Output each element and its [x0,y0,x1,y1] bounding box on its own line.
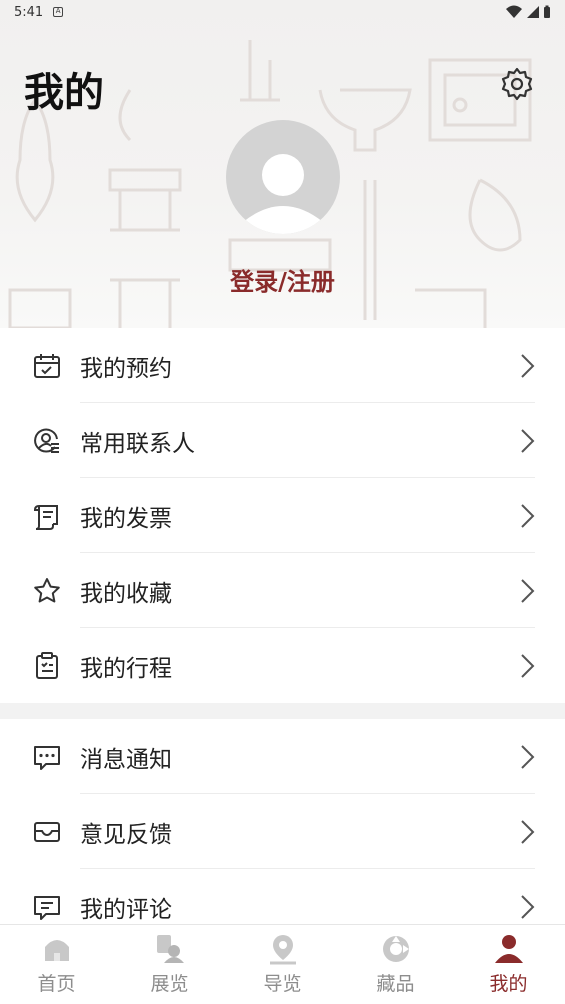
invoice-icon [33,505,58,530]
tab-label: 我的 [489,973,528,995]
menu-group-service: 消息通知 意见反馈 我的评论 [0,719,565,944]
menu-item-reservations[interactable]: 我的预约 [0,328,565,403]
menu-label: 常用联系人 [80,431,195,457]
profile-icon [494,935,523,963]
login-register-link[interactable]: 登录/注册 [0,262,565,297]
message-icon [34,746,60,770]
menu-group-account: 我的预约 常用联系人 我的发票 我的收藏 我的行程 [0,328,565,703]
chevron-right-icon [521,895,535,919]
chevron-right-icon [521,745,535,769]
menu-label: 我的预约 [80,356,172,382]
comment-icon [34,896,60,920]
menu-item-contacts[interactable]: 常用联系人 [0,403,565,478]
tab-home[interactable]: 首页 [0,925,113,1004]
tab-exhibition[interactable]: 展览 [113,925,226,1004]
tab-profile[interactable]: 我的 [452,925,565,1004]
contact-icon [34,428,59,453]
exhibition-icon [156,935,184,963]
status-bar: 5:41 A [0,0,565,24]
chevron-right-icon [521,504,535,528]
chevron-right-icon [521,579,535,603]
chevron-right-icon [521,429,535,453]
calendar-check-icon [34,354,60,378]
tab-guide[interactable]: 导览 [226,925,339,1004]
chevron-right-icon [521,354,535,378]
menu-label: 我的发票 [80,506,172,532]
tab-label: 导览 [263,973,302,995]
tab-label: 藏品 [376,973,415,995]
user-silhouette-icon [243,154,323,234]
menu-label: 我的评论 [80,897,172,923]
notification-icon: A [53,7,64,17]
chevron-right-icon [521,654,535,678]
tab-label: 首页 [37,973,76,995]
status-icons [506,5,551,19]
menu-item-notifications[interactable]: 消息通知 [0,719,565,794]
home-icon [44,940,69,961]
clipboard-icon [36,652,58,679]
menu-item-feedback[interactable]: 意见反馈 [0,794,565,869]
tab-collection[interactable]: 藏品 [339,925,452,1004]
gear-icon[interactable] [499,66,535,102]
profile-header: 我的 登录/注册 [0,0,565,328]
menu-item-itinerary[interactable]: 我的行程 [0,628,565,703]
battery-icon [544,5,550,18]
section-separator [0,703,565,719]
status-time: 5:41 [14,4,44,20]
feedback-icon [34,822,60,842]
menu-label: 我的收藏 [80,581,172,607]
menu-item-invoices[interactable]: 我的发票 [0,478,565,553]
menu-label: 消息通知 [80,747,172,773]
wifi-icon [506,5,522,18]
page-title: 我的 [24,69,104,116]
location-icon [269,935,296,965]
menu-label: 我的行程 [80,656,172,682]
menu-label: 意见反馈 [80,822,172,848]
star-icon [34,578,60,603]
bottom-tab-bar: 首页 展览 导览 藏品 我的 [0,924,565,1004]
avatar[interactable] [226,120,340,234]
collection-icon [382,936,409,962]
tab-label: 展览 [150,973,189,995]
chevron-right-icon [521,820,535,844]
signal-icon [527,6,539,18]
menu-item-favorites[interactable]: 我的收藏 [0,553,565,628]
